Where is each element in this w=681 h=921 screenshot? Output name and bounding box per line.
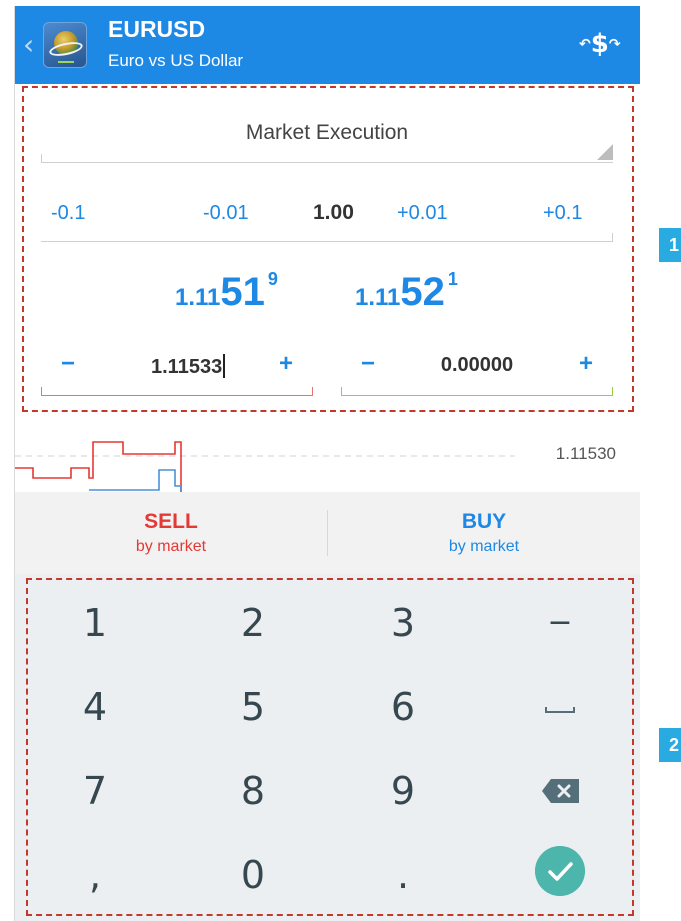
key-6[interactable]: 6 bbox=[328, 666, 478, 748]
symbol-title: EURUSD bbox=[108, 16, 206, 42]
key-period[interactable]: . bbox=[328, 834, 478, 916]
sell-by-market-button[interactable]: SELL by market bbox=[15, 492, 327, 574]
ask-price: 1.1152 1 bbox=[355, 269, 458, 314]
volume-decrease-large-button[interactable]: -0.1 bbox=[51, 202, 85, 225]
take-profit-field: − 0.00000 + bbox=[341, 346, 613, 396]
key-7[interactable]: 7 bbox=[20, 750, 170, 832]
key-2[interactable]: 2 bbox=[178, 582, 328, 664]
numeric-keyboard: 1 2 3 − 4 5 6 7 8 9 , 0 . bbox=[15, 574, 640, 921]
annotation-callout-1: 1 bbox=[659, 228, 681, 262]
volume-stepper: -0.1 -0.01 1.00 +0.01 +0.1 bbox=[41, 196, 613, 242]
key-3[interactable]: 3 bbox=[328, 582, 478, 664]
key-backspace[interactable] bbox=[485, 750, 635, 832]
annotation-callout-2: 2 bbox=[659, 728, 681, 762]
bid-price: 1.1151 9 bbox=[175, 269, 278, 314]
key-space[interactable] bbox=[485, 666, 635, 748]
stop-loss-increase-button[interactable]: + bbox=[271, 350, 301, 378]
bid-line bbox=[15, 441, 182, 492]
take-profit-input[interactable]: 0.00000 bbox=[401, 354, 553, 377]
volume-decrease-small-button[interactable]: -0.01 bbox=[203, 202, 249, 225]
backspace-icon bbox=[542, 779, 579, 803]
phone-screen: ‹ EURUSD Euro vs US Dollar ↶$↷ Market Ex… bbox=[14, 6, 640, 921]
stop-loss-input[interactable]: 1.11533 bbox=[101, 354, 253, 379]
ask-line bbox=[89, 469, 182, 492]
key-4[interactable]: 4 bbox=[20, 666, 170, 748]
stop-loss-decrease-button[interactable]: − bbox=[53, 350, 83, 378]
key-done[interactable] bbox=[485, 834, 635, 916]
metatrader-app-icon bbox=[43, 22, 87, 68]
key-0[interactable]: 0 bbox=[178, 834, 328, 916]
currency-exchange-icon[interactable]: ↶$↷ bbox=[579, 28, 621, 60]
volume-increase-small-button[interactable]: +0.01 bbox=[397, 202, 448, 225]
space-key-icon bbox=[545, 706, 575, 713]
mini-price-chart bbox=[15, 441, 515, 492]
key-5[interactable]: 5 bbox=[178, 666, 328, 748]
symbol-description: Euro vs US Dollar bbox=[108, 51, 244, 70]
stop-loss-field: − 1.11533 + bbox=[41, 346, 313, 396]
trade-buttons-bar: SELL by market BUY by market bbox=[15, 492, 640, 574]
dropdown-caret-icon bbox=[597, 144, 613, 160]
key-1[interactable]: 1 bbox=[20, 582, 170, 664]
key-8[interactable]: 8 bbox=[178, 750, 328, 832]
execution-type-label: Market Execution bbox=[245, 121, 409, 144]
chevron-left-icon[interactable]: ‹ bbox=[23, 31, 37, 59]
chart-price-label: 1.11530 bbox=[555, 444, 616, 463]
key-minus[interactable]: − bbox=[485, 582, 635, 664]
checkmark-icon bbox=[535, 846, 585, 896]
take-profit-increase-button[interactable]: + bbox=[571, 350, 601, 378]
execution-type-select[interactable]: Market Execution bbox=[41, 111, 613, 163]
app-header: ‹ EURUSD Euro vs US Dollar ↶$↷ bbox=[15, 6, 640, 84]
volume-increase-large-button[interactable]: +0.1 bbox=[543, 202, 582, 225]
key-comma[interactable]: , bbox=[20, 834, 170, 916]
key-9[interactable]: 9 bbox=[328, 750, 478, 832]
take-profit-decrease-button[interactable]: − bbox=[353, 350, 383, 378]
volume-value[interactable]: 1.00 bbox=[313, 201, 354, 225]
buy-by-market-button[interactable]: BUY by market bbox=[328, 492, 640, 574]
text-cursor bbox=[223, 354, 226, 378]
